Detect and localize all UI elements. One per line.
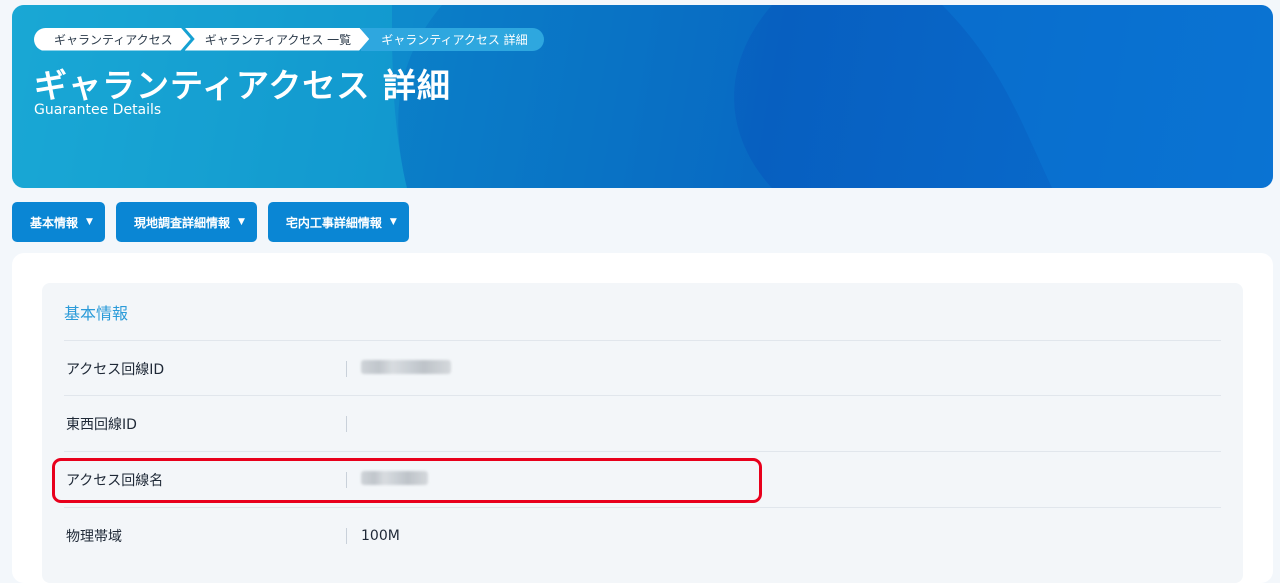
section-title: 基本情報 xyxy=(64,304,129,323)
field-label: 物理帯域 xyxy=(66,528,122,545)
section-jump-tabs: 基本情報 ▼ 現地調査詳細情報 ▼ 宅内工事詳細情報 ▼ xyxy=(12,202,409,242)
detail-card: 基本情報 アクセス回線ID 東西回線ID アクセス回線名 物理帯域 100M xyxy=(12,253,1273,583)
field-label: アクセス回線ID xyxy=(66,361,165,378)
basic-info-panel: 基本情報 アクセス回線ID 東西回線ID アクセス回線名 物理帯域 100M xyxy=(42,283,1243,583)
page-header-banner: ギャランティアクセス ギャランティアクセス 一覧 ギャランティアクセス 詳細 ギ… xyxy=(12,5,1273,188)
field-divider xyxy=(346,360,347,377)
field-value-redacted xyxy=(361,359,451,378)
caret-down-icon: ▼ xyxy=(389,217,397,227)
breadcrumb-item-current: ギャランティアクセス 詳細 xyxy=(361,27,544,51)
page-subtitle: Guarantee Details xyxy=(34,102,162,118)
tab-indoor-work-details[interactable]: 宅内工事詳細情報 ▼ xyxy=(267,202,409,242)
field-divider xyxy=(346,415,347,432)
breadcrumb-item-guarantee-access-list[interactable]: ギャランティアクセス 一覧 xyxy=(185,28,370,51)
tab-label: 基本情報 xyxy=(30,215,79,230)
tab-label: 現地調査詳細情報 xyxy=(133,215,230,230)
field-label: 東西回線ID xyxy=(66,416,137,433)
field-value-redacted xyxy=(361,470,428,489)
tab-site-survey-details[interactable]: 現地調査詳細情報 ▼ xyxy=(115,202,257,242)
breadcrumb-item-guarantee-access[interactable]: ギャランティアクセス xyxy=(34,28,191,51)
field-divider xyxy=(346,471,347,488)
field-divider xyxy=(346,527,347,544)
detail-row-access-line-name: アクセス回線名 xyxy=(64,451,1221,507)
page-title: ギャランティアクセス 詳細 xyxy=(34,66,451,105)
field-value: 100M xyxy=(361,527,400,544)
tab-basic-info[interactable]: 基本情報 ▼ xyxy=(12,202,105,242)
detail-row-access-line-id: アクセス回線ID xyxy=(64,340,1221,396)
detail-row-east-west-line-id: 東西回線ID xyxy=(64,395,1221,451)
caret-down-icon: ▼ xyxy=(86,217,93,227)
field-label: アクセス回線名 xyxy=(66,472,164,489)
breadcrumb: ギャランティアクセス ギャランティアクセス 一覧 ギャランティアクセス 詳細 xyxy=(34,27,544,51)
caret-down-icon: ▼ xyxy=(237,217,245,227)
detail-row-physical-bandwidth: 物理帯域 100M xyxy=(64,507,1221,563)
tab-label: 宅内工事詳細情報 xyxy=(285,215,382,230)
